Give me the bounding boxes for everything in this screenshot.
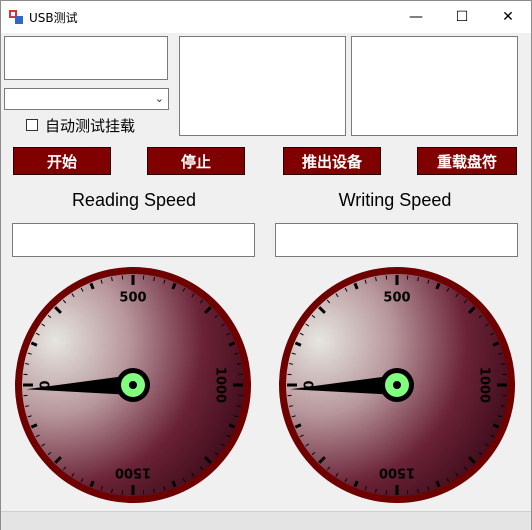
start-button[interactable]: 开始 xyxy=(13,147,111,175)
stop-button[interactable]: 停止 xyxy=(147,147,245,175)
reading-speed-gauge: 050010001500 xyxy=(15,267,251,503)
auto-test-checkbox[interactable] xyxy=(26,119,38,131)
maximize-button[interactable]: ☐ xyxy=(439,1,485,33)
eject-button[interactable]: 推出设备 xyxy=(283,147,381,175)
writing-gauge-label: 1000 xyxy=(477,367,492,403)
close-button[interactable]: ✕ xyxy=(485,1,531,33)
gauge-hub-center xyxy=(129,381,137,389)
writing-speed-gauge: 050010001500 xyxy=(279,267,515,503)
log-box-right[interactable] xyxy=(351,36,518,136)
writing-gauge-label: 500 xyxy=(383,291,410,306)
reading-gauge-label: 1500 xyxy=(115,465,151,480)
minimize-button[interactable]: — xyxy=(393,1,439,33)
auto-test-label: 自动测试挂载 xyxy=(45,117,136,135)
reload-drive-button[interactable]: 重载盘符 xyxy=(417,147,517,175)
chevron-down-icon[interactable]: ⌄ xyxy=(155,92,164,105)
device-info-box[interactable] xyxy=(4,36,168,80)
writing-speed-title: Writing Speed xyxy=(338,190,452,210)
writing-speed-field[interactable] xyxy=(275,223,518,257)
title-bar[interactable]: USB测试 — ☐ ✕ xyxy=(1,1,531,33)
writing-gauge-label: 1500 xyxy=(379,465,415,480)
gauge-hub-center xyxy=(393,381,401,389)
reading-gauge-label: 1000 xyxy=(213,367,228,403)
drive-select[interactable]: ⌄ xyxy=(4,88,169,110)
reading-speed-field[interactable] xyxy=(12,223,255,257)
app-window: USB测试 — ☐ ✕ ⌄ 自动测试挂载 开始 停止 推出设备 重载盘符 Rea… xyxy=(0,0,532,530)
reading-speed-title: Reading Speed xyxy=(71,190,197,210)
status-strip xyxy=(1,511,531,530)
reading-gauge-label: 500 xyxy=(119,291,146,306)
log-box-left[interactable] xyxy=(179,36,346,136)
window-title: USB测试 xyxy=(29,11,78,25)
app-icon xyxy=(9,10,23,24)
